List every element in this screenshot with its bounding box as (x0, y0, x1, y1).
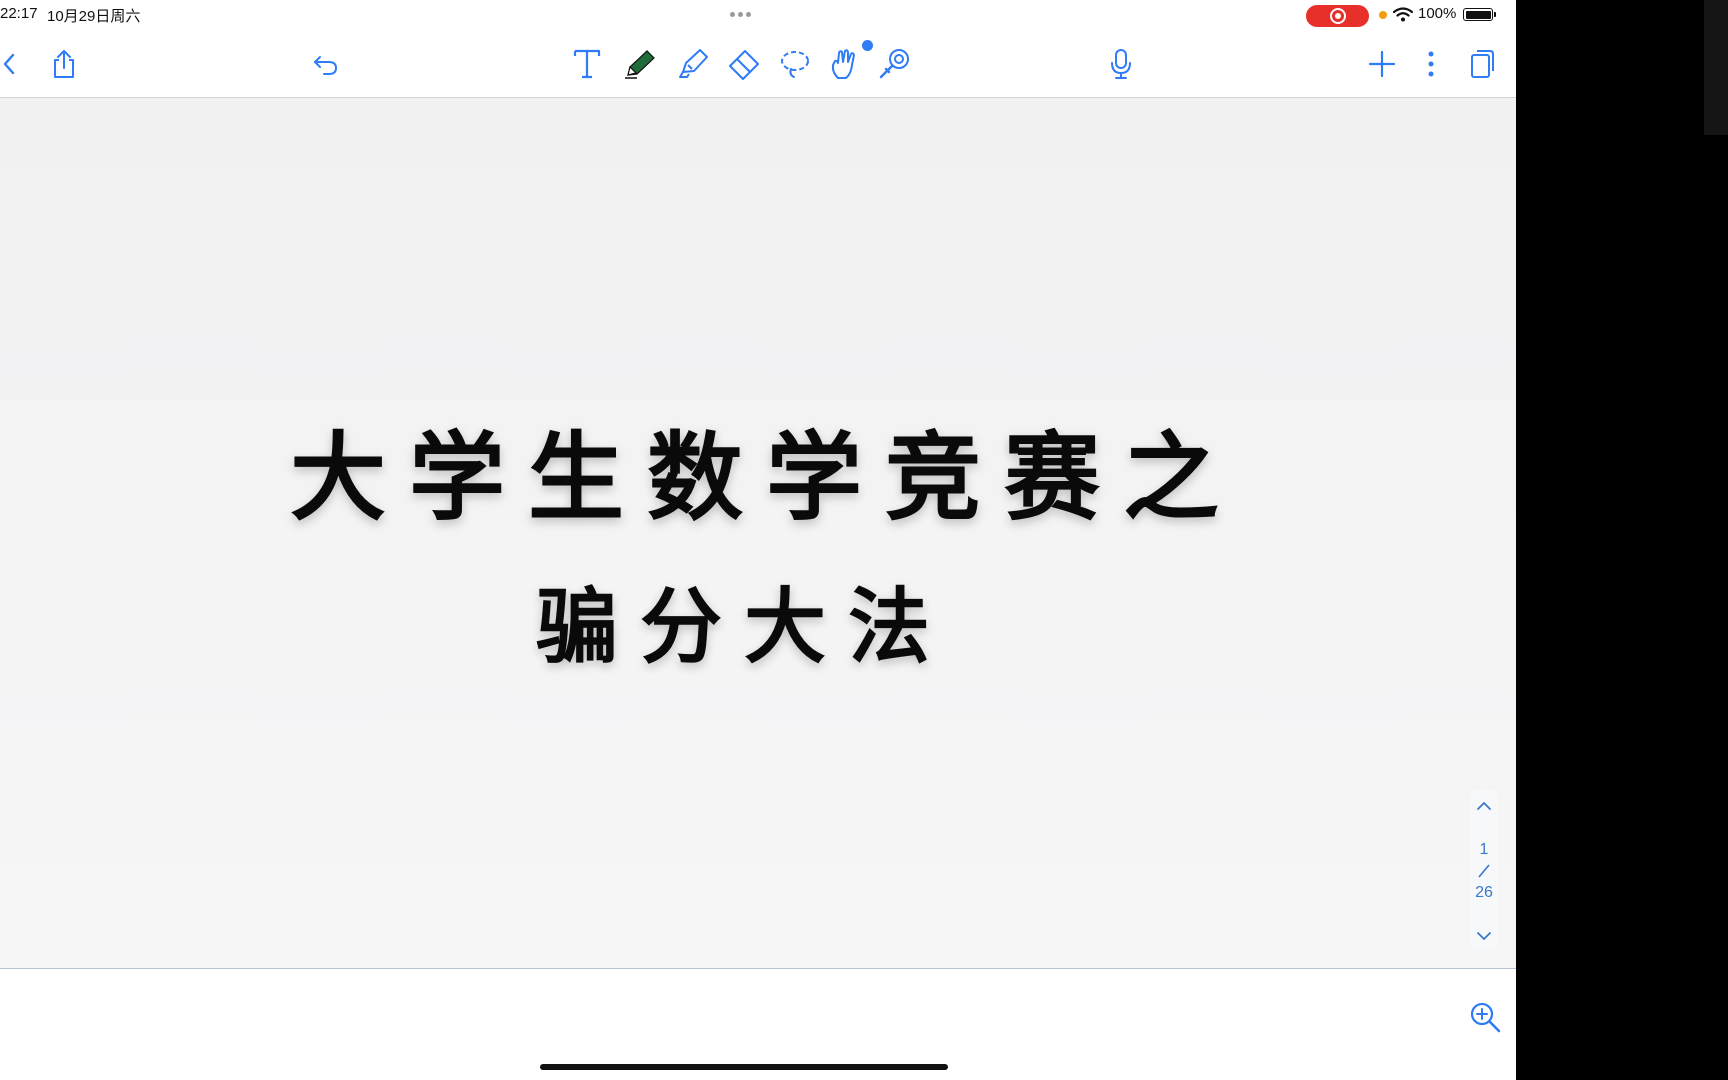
battery-percentage: 100% (1418, 5, 1457, 22)
side-strip (1704, 0, 1728, 135)
ipad-screen: 22:17 10月29日周六 100% 大学生数学竞赛之 骗分大法 1 26 (0, 0, 1516, 1080)
pen-tool-icon (625, 49, 655, 79)
status-date: 10月29日周六 (47, 8, 141, 25)
battery-icon (1463, 8, 1496, 21)
undo-button[interactable] (310, 30, 342, 97)
page-separator (1478, 864, 1490, 878)
share-icon (54, 49, 74, 78)
wifi-icon (1393, 7, 1413, 22)
previous-page-icon[interactable] (1474, 798, 1494, 814)
microphone-icon (1111, 48, 1131, 79)
zoom-icon[interactable] (1468, 1000, 1502, 1034)
back-icon (3, 53, 15, 74)
mic-in-use-indicator (1379, 11, 1387, 19)
home-indicator[interactable] (540, 1064, 948, 1070)
pages-view-button[interactable] (1466, 30, 1498, 97)
screen-border (1516, 0, 1728, 1080)
text-tool-icon (573, 49, 601, 78)
total-page-count: 26 (1475, 884, 1493, 901)
page-subtitle: 骗分大法 (536, 579, 953, 675)
more-options-icon (1428, 51, 1434, 76)
add-page-icon (1368, 50, 1396, 77)
active-tool-badge (862, 40, 873, 51)
laser-pointer-tool-icon (879, 48, 909, 78)
eraser-tool-button[interactable] (726, 30, 762, 97)
lasso-tool-button[interactable] (778, 30, 812, 97)
highlighter-tool-icon (679, 48, 708, 78)
screen-recording-indicator[interactable] (1306, 5, 1369, 27)
lasso-tool-icon (781, 50, 809, 78)
status-bar: 22:17 10月29日周六 100% (0, 0, 1516, 30)
next-page-icon[interactable] (1474, 928, 1494, 944)
current-page-number: 1 (1479, 841, 1489, 858)
pen-tool-button[interactable] (622, 30, 658, 97)
multitasking-handle-icon[interactable] (730, 12, 751, 17)
laser-pointer-tool-button[interactable] (876, 30, 912, 97)
toolbar (0, 30, 1516, 98)
hand-draw-tool-icon (831, 48, 855, 79)
add-page-button[interactable] (1366, 30, 1398, 97)
status-time: 22:17 (0, 5, 38, 22)
back-button[interactable] (0, 30, 18, 97)
pages-view-icon (1471, 49, 1494, 78)
microphone-button[interactable] (1106, 30, 1136, 97)
more-options-button[interactable] (1420, 30, 1442, 97)
share-button[interactable] (48, 30, 80, 97)
page-title: 大学生数学竞赛之 (290, 421, 1242, 534)
hand-draw-tool-button[interactable] (828, 30, 862, 97)
highlighter-tool-button[interactable] (676, 30, 710, 97)
eraser-tool-icon (729, 49, 759, 80)
undo-icon (314, 55, 338, 75)
text-tool-button[interactable] (570, 30, 604, 97)
